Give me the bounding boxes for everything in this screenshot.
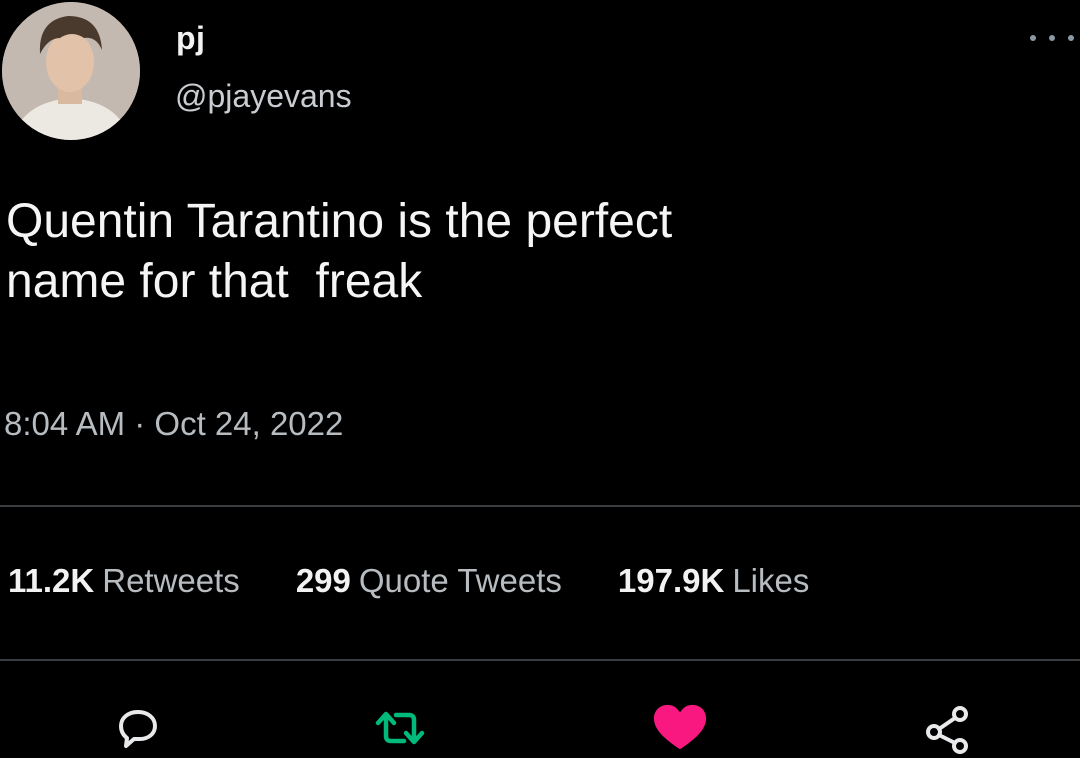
retweets-count: 11.2K bbox=[8, 562, 95, 599]
tweet-stats: 11.2K Retweets 299 Quote Tweets 197.9K Like… bbox=[8, 562, 865, 600]
reply-button[interactable] bbox=[110, 700, 166, 756]
tweet-timestamp[interactable]: 8:04 AM · Oct 24, 2022 bbox=[4, 405, 343, 443]
more-dot bbox=[1049, 35, 1055, 41]
more-dot bbox=[1068, 35, 1074, 41]
avatar[interactable] bbox=[2, 2, 140, 140]
more-options-button[interactable] bbox=[1030, 30, 1074, 46]
retweet-icon bbox=[375, 711, 425, 745]
quote-tweets-count: 299 bbox=[295, 562, 351, 599]
like-button[interactable] bbox=[652, 700, 708, 756]
share-icon bbox=[926, 706, 968, 754]
tweet-actions bbox=[0, 700, 1080, 758]
divider bbox=[0, 659, 1080, 661]
retweets-stat[interactable]: 11.2K Retweets bbox=[8, 562, 240, 600]
tweet-card: pj @pjayevans Quentin Tarantino is the p… bbox=[0, 0, 1080, 758]
avatar-image bbox=[2, 2, 140, 140]
quote-tweets-stat[interactable]: 299 Quote Tweets bbox=[296, 562, 562, 600]
tweet-text: Quentin Tarantino is the perfect name fo… bbox=[6, 195, 673, 308]
heart-icon bbox=[653, 704, 707, 750]
reply-icon bbox=[119, 710, 157, 748]
quote-tweets-label: Quote Tweets bbox=[358, 562, 562, 599]
likes-count: 197.9K bbox=[617, 562, 725, 599]
retweet-button[interactable] bbox=[372, 700, 428, 756]
divider bbox=[0, 505, 1080, 507]
user-handle[interactable]: @pjayevans bbox=[175, 78, 352, 115]
retweets-label: Retweets bbox=[102, 562, 240, 599]
display-name[interactable]: pj bbox=[176, 20, 205, 57]
likes-stat[interactable]: 197.9K Likes bbox=[618, 562, 809, 600]
likes-label: Likes bbox=[732, 562, 810, 599]
more-dot bbox=[1030, 35, 1036, 41]
share-button[interactable] bbox=[920, 700, 976, 756]
